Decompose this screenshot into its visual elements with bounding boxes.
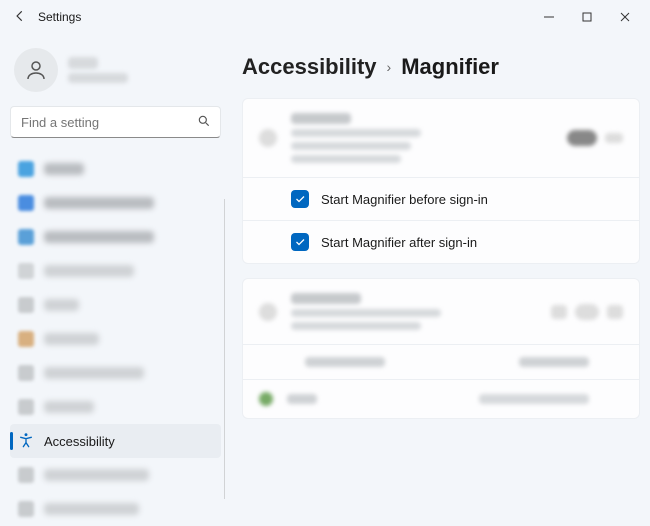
back-button[interactable] xyxy=(6,9,34,26)
option-label: Start Magnifier after sign-in xyxy=(321,235,477,250)
card-header[interactable] xyxy=(243,99,639,177)
sidebar-item[interactable] xyxy=(10,220,221,254)
content-area: Accessibility › Magnifier xyxy=(232,34,650,519)
minimize-button[interactable] xyxy=(530,0,568,34)
sidebar-item-label: Accessibility xyxy=(44,434,115,449)
option-label: Start Magnifier before sign-in xyxy=(321,192,488,207)
sidebar-item[interactable] xyxy=(10,254,221,288)
accessibility-icon xyxy=(18,432,34,451)
search-icon xyxy=(197,114,211,131)
checkbox-before-signin[interactable] xyxy=(291,190,309,208)
window-title: Settings xyxy=(38,10,81,24)
sidebar: Accessibility xyxy=(0,34,232,519)
settings-card xyxy=(242,278,640,419)
maximize-button[interactable] xyxy=(568,0,606,34)
checkbox-after-signin[interactable] xyxy=(291,233,309,251)
close-button[interactable] xyxy=(606,0,644,34)
chevron-right-icon: › xyxy=(387,59,392,75)
sidebar-item[interactable] xyxy=(10,288,221,322)
sidebar-scrollbar[interactable] xyxy=(224,199,226,499)
titlebar: Settings xyxy=(0,0,650,34)
sidebar-item-accessibility[interactable]: Accessibility xyxy=(10,424,221,458)
settings-row[interactable] xyxy=(243,344,639,379)
option-start-after-signin[interactable]: Start Magnifier after sign-in xyxy=(243,220,639,263)
account-name xyxy=(68,57,128,83)
page-title: Magnifier xyxy=(401,54,499,80)
avatar xyxy=(14,48,58,92)
sidebar-item[interactable] xyxy=(10,492,221,526)
sidebar-item[interactable] xyxy=(10,186,221,220)
account-button[interactable] xyxy=(10,42,221,106)
sidebar-item[interactable] xyxy=(10,152,221,186)
settings-card: Start Magnifier before sign-in Start Mag… xyxy=(242,98,640,264)
breadcrumb: Accessibility › Magnifier xyxy=(242,50,640,98)
sidebar-item[interactable] xyxy=(10,390,221,424)
search-input[interactable] xyxy=(21,115,197,130)
sidebar-item[interactable] xyxy=(10,458,221,492)
card-header[interactable] xyxy=(243,279,639,344)
option-start-before-signin[interactable]: Start Magnifier before sign-in xyxy=(243,177,639,220)
sidebar-item[interactable] xyxy=(10,322,221,356)
breadcrumb-parent[interactable]: Accessibility xyxy=(242,54,377,80)
search-box[interactable] xyxy=(10,106,221,138)
settings-row[interactable] xyxy=(243,379,639,418)
sidebar-item[interactable] xyxy=(10,356,221,390)
